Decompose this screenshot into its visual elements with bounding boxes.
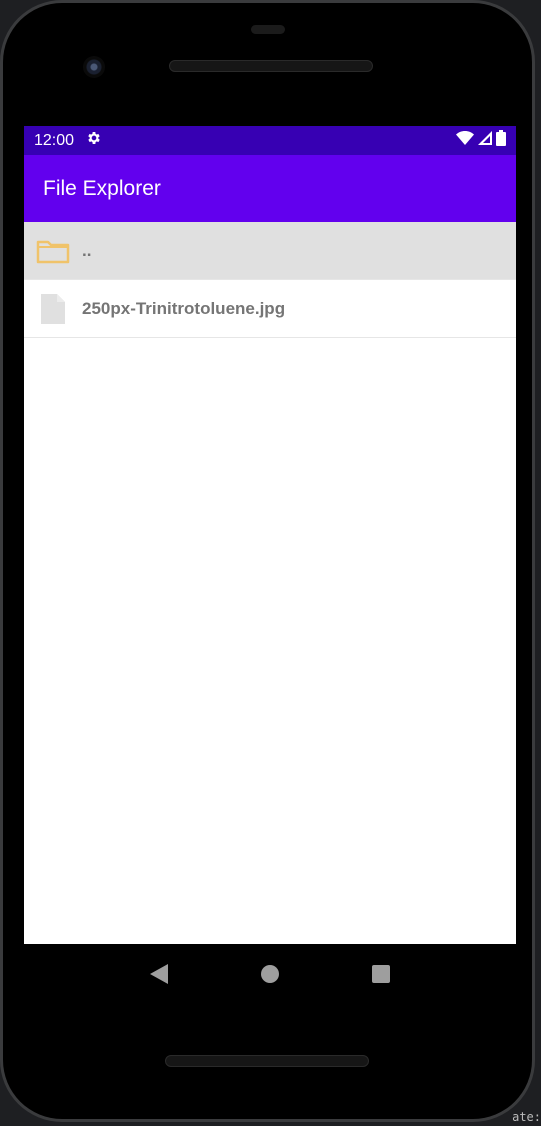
status-time: 12:00 [34, 131, 75, 149]
app-title: File Explorer [43, 176, 161, 200]
phone-body: 12:00 File Explorer .. 250px-Trinitrotol… [3, 3, 532, 1119]
recents-icon[interactable] [366, 959, 396, 989]
phone-frame: 12:00 File Explorer .. 250px-Trinitrotol… [0, 0, 535, 1122]
navigation-bar [24, 944, 516, 1004]
battery-icon [496, 130, 506, 151]
status-icons [456, 130, 506, 151]
status-bar: 12:00 [24, 126, 516, 155]
proximity-sensor [251, 25, 285, 34]
cell-signal-icon [478, 131, 492, 150]
app-screen: 12:00 File Explorer .. 250px-Trinitrotol… [24, 126, 516, 944]
back-icon[interactable] [144, 959, 174, 989]
list-item-label: .. [82, 240, 92, 260]
earpiece-speaker [169, 60, 373, 72]
list-item-parent-folder[interactable]: .. [24, 222, 516, 280]
app-bar: File Explorer [24, 155, 516, 222]
front-camera [83, 56, 105, 78]
list-item-file[interactable]: 250px-Trinitrotoluene.jpg [24, 280, 516, 338]
file-list: .. 250px-Trinitrotoluene.jpg [24, 222, 516, 338]
file-icon [36, 292, 70, 326]
list-item-label: 250px-Trinitrotoluene.jpg [82, 298, 286, 318]
folder-icon [36, 234, 70, 268]
home-icon[interactable] [255, 959, 285, 989]
bottom-speaker [165, 1055, 369, 1067]
settings-gear-icon [86, 130, 102, 151]
wifi-icon [456, 131, 474, 150]
corner-text: ate: [512, 1110, 541, 1124]
